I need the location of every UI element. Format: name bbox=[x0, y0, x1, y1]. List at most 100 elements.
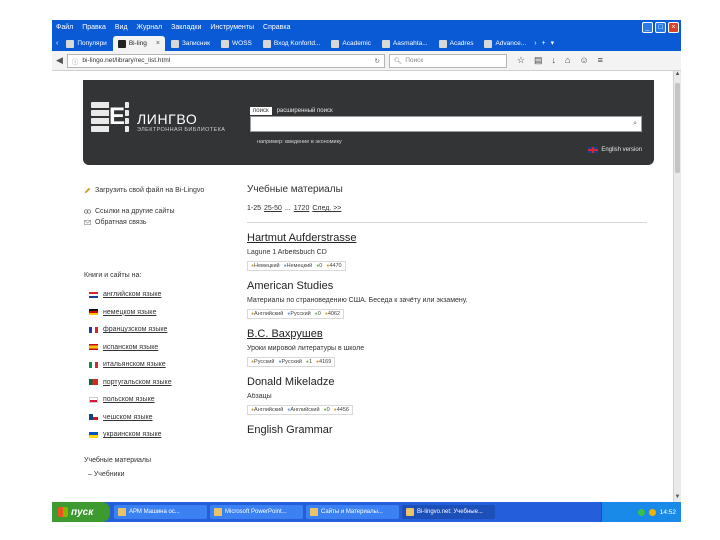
language-link[interactable]: французском языке bbox=[84, 321, 234, 339]
taskbar-item[interactable]: Microsoft PowerPoint... bbox=[210, 505, 303, 519]
download-icon[interactable]: ↓ bbox=[552, 55, 557, 66]
language-link[interactable]: чешском языке bbox=[84, 409, 234, 427]
feedback-label[interactable]: Обратная связь bbox=[95, 219, 147, 226]
entry-title[interactable]: Hartmut Aufderstrasse bbox=[247, 232, 647, 244]
entry-title[interactable]: Donald Mikeladze bbox=[247, 376, 647, 388]
language-label[interactable]: итальянском языке bbox=[103, 361, 166, 368]
menu-icon[interactable]: ≡ bbox=[598, 55, 603, 66]
page-scrollbar[interactable]: ▲ ▼ bbox=[673, 71, 681, 502]
scrollbar-thumb[interactable] bbox=[675, 83, 680, 173]
browser-tab[interactable]: Aasmahta... bbox=[377, 36, 433, 51]
language-link[interactable]: немецком языке bbox=[84, 304, 234, 322]
tab-label[interactable]: Acadres bbox=[450, 40, 474, 47]
browser-tab[interactable]: Advance... bbox=[479, 36, 531, 51]
maximize-button[interactable]: □ bbox=[655, 21, 666, 33]
bookmarks-list-icon[interactable]: ▤ bbox=[534, 55, 543, 66]
tab-close-icon[interactable]: × bbox=[156, 40, 160, 47]
site-info-icon[interactable]: ⓘ bbox=[72, 56, 79, 66]
tab-list-icon[interactable]: ▾ bbox=[549, 36, 557, 51]
addon-icon[interactable]: ☺ bbox=[579, 55, 588, 66]
tab-label[interactable]: Academic bbox=[342, 40, 371, 47]
menu-item[interactable]: Инструменты bbox=[210, 24, 254, 31]
taskbar-item-label[interactable]: Microsoft PowerPoint... bbox=[225, 509, 287, 515]
upload-link[interactable]: Загрузить свой файл на Bi-Lingvo bbox=[84, 187, 234, 194]
scroll-up-icon[interactable]: ▲ bbox=[674, 71, 681, 79]
back-icon[interactable]: ◀ bbox=[56, 55, 63, 66]
language-label[interactable]: французском языке bbox=[103, 326, 167, 333]
start-label[interactable]: пуск bbox=[71, 507, 93, 518]
tab-label[interactable]: Advance... bbox=[495, 40, 526, 47]
browser-tab[interactable]: Популяри bbox=[61, 36, 111, 51]
language-label[interactable]: немецком языке bbox=[103, 309, 156, 316]
reload-icon[interactable]: ↻ bbox=[374, 57, 379, 65]
bookmark-star-icon[interactable]: ☆ bbox=[517, 55, 525, 66]
tab-label[interactable]: Bi-ling bbox=[129, 40, 147, 47]
entry-title[interactable]: English Grammar bbox=[247, 424, 647, 436]
language-label[interactable]: чешском языке bbox=[103, 414, 153, 421]
pager-last[interactable]: 1720 bbox=[294, 205, 310, 212]
tab-scroll-left-icon[interactable]: ‹ bbox=[54, 36, 60, 51]
pager-next[interactable]: След. >> bbox=[312, 205, 341, 212]
pager-next-range[interactable]: 25-50 bbox=[264, 205, 282, 212]
logo-title[interactable]: ЛИНГВО bbox=[137, 111, 197, 127]
search-tab-advanced[interactable]: расширенный поиск bbox=[274, 107, 336, 115]
entry-title[interactable]: American Studies bbox=[247, 280, 647, 292]
browser-tab[interactable]: Bi-ling × bbox=[112, 36, 165, 51]
english-version-link[interactable]: English version bbox=[588, 147, 642, 153]
taskbar-item[interactable]: АРМ Машина ос... bbox=[114, 505, 207, 519]
language-link[interactable]: английском языке bbox=[84, 286, 234, 304]
menu-item[interactable]: Вид bbox=[115, 24, 128, 31]
browser-tab[interactable]: Academic bbox=[326, 36, 376, 51]
site-search-input[interactable]: ⌕ bbox=[250, 116, 642, 132]
upload-label[interactable]: Загрузить свой файл на Bi-Lingvo bbox=[95, 187, 204, 194]
network-icon[interactable] bbox=[637, 508, 645, 516]
language-link[interactable]: португальском языке bbox=[84, 374, 234, 392]
tab-label[interactable]: WOSS bbox=[232, 40, 252, 47]
browser-tab[interactable]: Acadres bbox=[434, 36, 479, 51]
other-sites-label[interactable]: Ссылки на другие сайты bbox=[95, 208, 175, 215]
browser-tab[interactable]: Записник bbox=[166, 36, 215, 51]
language-label[interactable]: польском языке bbox=[103, 396, 155, 403]
language-link[interactable]: польском языке bbox=[84, 391, 234, 409]
taskbar-item[interactable]: Сайты и Материалы... bbox=[306, 505, 399, 519]
language-label[interactable]: испанском языке bbox=[103, 344, 158, 351]
feedback-link[interactable]: Обратная связь bbox=[84, 219, 234, 226]
new-tab-icon[interactable]: + bbox=[540, 36, 548, 51]
minimize-button[interactable]: _ bbox=[642, 21, 653, 33]
language-label[interactable]: украинском языке bbox=[103, 431, 161, 438]
close-button[interactable]: × bbox=[668, 21, 679, 33]
language-label[interactable]: португальском языке bbox=[103, 379, 172, 386]
other-sites-link[interactable]: Ссылки на другие сайты bbox=[84, 208, 234, 215]
search-tab-simple[interactable]: поиск bbox=[250, 107, 272, 115]
taskbar-item-label[interactable]: АРМ Машина ос... bbox=[129, 509, 180, 515]
language-link[interactable]: испанском языке bbox=[84, 339, 234, 357]
browser-tab[interactable]: Вход Konfortd... bbox=[258, 36, 326, 51]
site-search-icon[interactable]: ⌕ bbox=[633, 120, 637, 128]
taskbar-item[interactable]: Bi-lingvo.net: Учебные... bbox=[402, 505, 495, 519]
home-icon[interactable]: ⌂ bbox=[565, 55, 570, 66]
menu-item[interactable]: Правка bbox=[82, 24, 106, 31]
menu-item[interactable]: Файл bbox=[56, 24, 73, 31]
menu-item[interactable]: Журнал bbox=[137, 24, 163, 31]
english-version-label[interactable]: English version bbox=[601, 147, 642, 153]
taskbar-item-label[interactable]: Bi-lingvo.net: Учебные... bbox=[417, 509, 483, 515]
scroll-down-icon[interactable]: ▼ bbox=[674, 494, 681, 502]
tab-label[interactable]: Aasmahta... bbox=[393, 40, 428, 47]
menu-item[interactable]: Закладки bbox=[171, 24, 201, 31]
volume-icon[interactable] bbox=[648, 508, 656, 516]
search-field[interactable]: 🔍︎ Поиск bbox=[388, 53, 507, 68]
taskbar-item-label[interactable]: Сайты и Материалы... bbox=[321, 509, 383, 515]
browser-tab[interactable]: WOSS bbox=[216, 36, 257, 51]
textbooks-link[interactable]: – Учебники bbox=[84, 471, 234, 478]
url-bar[interactable]: ⓘ bi-lingo.net/library/rec_list.html ↻ bbox=[66, 53, 385, 68]
language-link[interactable]: украинском языке bbox=[84, 426, 234, 444]
start-button[interactable]: пуск bbox=[52, 502, 110, 522]
language-link[interactable]: итальянском языке bbox=[84, 356, 234, 374]
tab-label[interactable]: Популяри bbox=[77, 40, 106, 47]
tab-label[interactable]: Записник bbox=[182, 40, 210, 47]
menu-item[interactable]: Справка bbox=[263, 24, 290, 31]
tab-label[interactable]: Вход Konfortd... bbox=[274, 40, 321, 47]
entry-title[interactable]: В.С. Вахрушев bbox=[247, 328, 647, 340]
tab-scroll-right-icon[interactable]: › bbox=[532, 36, 538, 51]
url-text[interactable]: bi-lingo.net/library/rec_list.html bbox=[82, 57, 370, 64]
